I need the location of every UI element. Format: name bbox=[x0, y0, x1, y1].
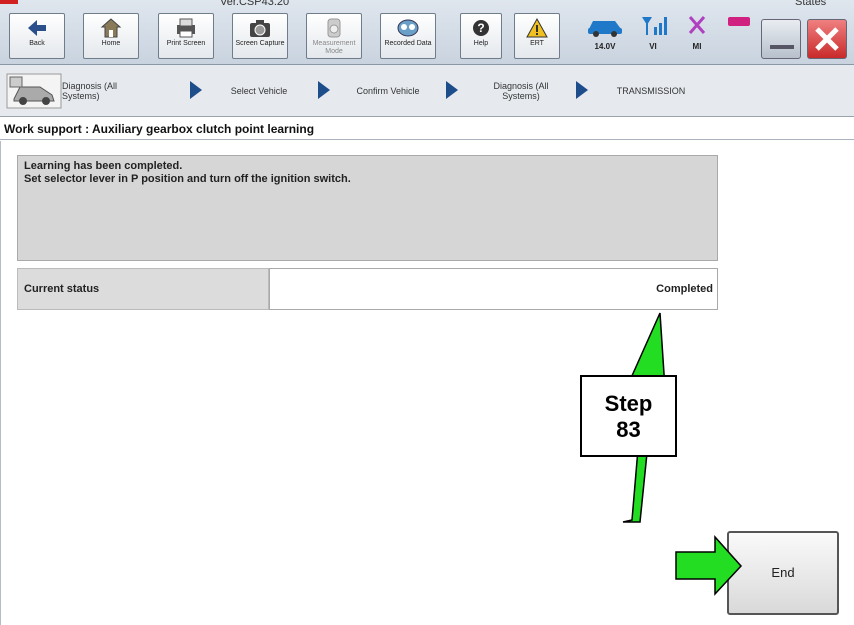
annotation-arrows bbox=[622, 312, 743, 596]
step-number: 83 bbox=[616, 417, 641, 442]
right-arrow-annotation bbox=[675, 535, 743, 596]
step-annotation: Step 83 bbox=[580, 375, 677, 457]
step-word: Step bbox=[604, 391, 653, 416]
